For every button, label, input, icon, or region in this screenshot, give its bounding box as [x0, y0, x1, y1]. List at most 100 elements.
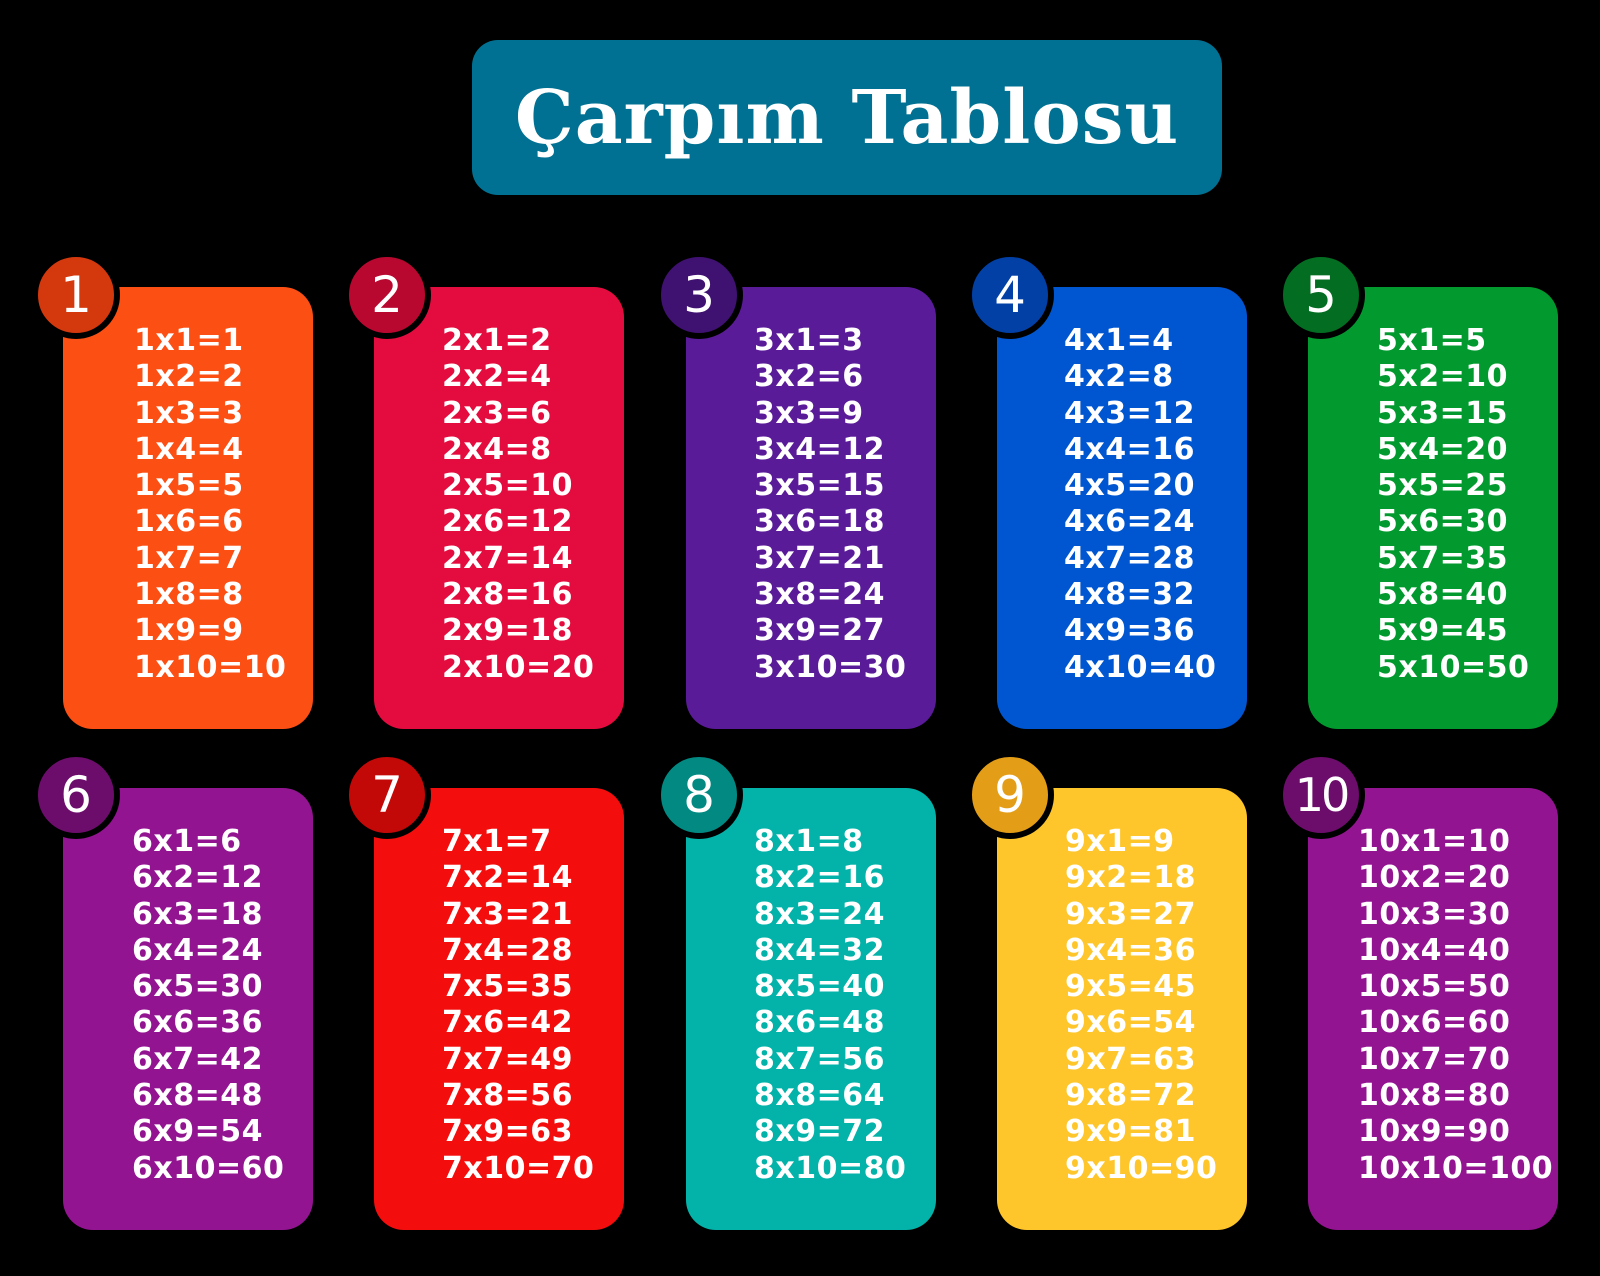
table-row: 3x2=6 [754, 359, 864, 395]
table-row: 2x7=14 [442, 540, 573, 576]
table-row: 5x2=10 [1377, 359, 1508, 395]
table-row: 7x6=42 [442, 1005, 573, 1041]
table-row: 1x4=4 [134, 431, 244, 467]
table-number-badge-4: 4 [966, 251, 1054, 339]
table-row: 6x7=42 [132, 1041, 263, 1077]
table-row: 7x2=14 [442, 860, 573, 896]
table-card-1: 1x1=1 1x2=2 1x3=3 1x4=4 1x5=5 1x6=6 1x7=… [63, 287, 313, 729]
table-row: 7x4=28 [442, 932, 573, 968]
table-row: 5x5=25 [1377, 468, 1508, 504]
table-row: 3x1=3 [754, 323, 864, 358]
table-row: 10x5=50 [1358, 969, 1511, 1005]
table-row: 7x8=56 [442, 1078, 573, 1114]
table-row: 1x6=6 [134, 504, 244, 540]
table-row: 2x9=18 [442, 613, 573, 649]
table-rows: 8x1=8 8x2=16 8x3=24 8x4=32 8x5=40 8x6=48… [754, 824, 906, 1187]
table-row: 10x6=60 [1358, 1005, 1511, 1041]
table-row: 8x2=16 [754, 860, 885, 896]
table-row: 4x8=32 [1064, 577, 1195, 613]
table-row: 10x8=80 [1358, 1078, 1511, 1114]
table-row: 4x3=12 [1064, 395, 1195, 431]
table-row: 6x2=12 [132, 860, 263, 896]
table-row: 7x9=63 [442, 1114, 573, 1150]
table-row: 8x3=24 [754, 896, 885, 932]
table-row: 1x7=7 [134, 540, 244, 576]
table-row: 9x3=27 [1065, 896, 1196, 932]
table-row: 6x1=6 [132, 824, 242, 859]
table-row: 5x4=20 [1377, 431, 1508, 467]
table-rows: 2x1=2 2x2=4 2x3=6 2x4=8 2x5=10 2x6=12 2x… [442, 323, 594, 686]
table-row: 10x4=40 [1358, 932, 1511, 968]
table-row: 8x10=80 [754, 1150, 907, 1186]
table-number-badge-2: 2 [343, 251, 431, 339]
table-row: 9x9=81 [1065, 1114, 1196, 1150]
table-row: 2x1=2 [442, 323, 552, 358]
table-row: 10x3=30 [1358, 896, 1511, 932]
table-row: 4x5=20 [1064, 468, 1195, 504]
table-row: 1x5=5 [134, 468, 244, 504]
table-number-badge-9: 9 [966, 751, 1054, 839]
table-row: 5x6=30 [1377, 504, 1508, 540]
table-card-4: 4x1=4 4x2=8 4x3=12 4x4=16 4x5=20 4x6=24 … [997, 287, 1247, 729]
table-row: 3x6=18 [754, 504, 885, 540]
table-row: 6x9=54 [132, 1114, 263, 1150]
table-row: 5x8=40 [1377, 577, 1508, 613]
table-row: 6x6=36 [132, 1005, 263, 1041]
table-row: 1x9=9 [134, 613, 244, 649]
table-rows: 4x1=4 4x2=8 4x3=12 4x4=16 4x5=20 4x6=24 … [1064, 323, 1216, 686]
table-row: 8x5=40 [754, 969, 885, 1005]
table-row: 3x8=24 [754, 577, 885, 613]
table-number-badge-5: 5 [1277, 251, 1365, 339]
table-row: 2x2=4 [442, 359, 552, 395]
table-row: 6x10=60 [132, 1150, 285, 1186]
table-row: 7x10=70 [442, 1150, 595, 1186]
table-row: 2x3=6 [442, 395, 552, 431]
table-row: 7x5=35 [442, 969, 573, 1005]
table-row: 9x6=54 [1065, 1005, 1196, 1041]
table-card-7: 7x1=7 7x2=14 7x3=21 7x4=28 7x5=35 7x6=42… [374, 788, 624, 1230]
table-card-9: 9x1=9 9x2=18 9x3=27 9x4=36 9x5=45 9x6=54… [997, 788, 1247, 1230]
table-card-10: 10x1=10 10x2=20 10x3=30 10x4=40 10x5=50 … [1308, 788, 1558, 1230]
table-row: 7x7=49 [442, 1041, 573, 1077]
table-card-2: 2x1=2 2x2=4 2x3=6 2x4=8 2x5=10 2x6=12 2x… [374, 287, 624, 729]
table-row: 5x1=5 [1377, 323, 1487, 358]
table-row: 3x10=30 [754, 649, 907, 685]
table-number-badge-7: 7 [343, 751, 431, 839]
table-row: 8x7=56 [754, 1041, 885, 1077]
table-row: 2x5=10 [442, 468, 573, 504]
table-row: 4x7=28 [1064, 540, 1195, 576]
table-row: 6x4=24 [132, 932, 263, 968]
table-row: 8x1=8 [754, 824, 864, 859]
table-row: 10x1=10 [1358, 824, 1511, 859]
title-banner: Çarpım Tablosu [472, 40, 1222, 195]
table-row: 1x10=10 [134, 649, 287, 685]
table-row: 7x1=7 [442, 824, 552, 859]
table-number-badge-3: 3 [655, 251, 743, 339]
table-row: 9x10=90 [1065, 1150, 1218, 1186]
table-row: 3x9=27 [754, 613, 885, 649]
table-number-badge-1: 1 [32, 251, 120, 339]
table-card-8: 8x1=8 8x2=16 8x3=24 8x4=32 8x5=40 8x6=48… [686, 788, 936, 1230]
table-rows: 7x1=7 7x2=14 7x3=21 7x4=28 7x5=35 7x6=42… [442, 824, 594, 1187]
table-row: 5x9=45 [1377, 613, 1508, 649]
table-row: 2x4=8 [442, 431, 552, 467]
table-row: 10x2=20 [1358, 860, 1511, 896]
table-row: 4x4=16 [1064, 431, 1195, 467]
table-row: 10x7=70 [1358, 1041, 1511, 1077]
table-row: 10x9=90 [1358, 1114, 1511, 1150]
table-row: 8x4=32 [754, 932, 885, 968]
table-card-5: 5x1=5 5x2=10 5x3=15 5x4=20 5x5=25 5x6=30… [1308, 287, 1558, 729]
table-row: 10x10=100 [1358, 1150, 1554, 1186]
table-row: 5x10=50 [1377, 649, 1530, 685]
table-row: 4x1=4 [1064, 323, 1174, 358]
table-rows: 5x1=5 5x2=10 5x3=15 5x4=20 5x5=25 5x6=30… [1377, 323, 1529, 686]
table-number-badge-10: 10 [1277, 751, 1365, 839]
table-row: 1x3=3 [134, 395, 244, 431]
table-card-6: 6x1=6 6x2=12 6x3=18 6x4=24 6x5=30 6x6=36… [63, 788, 313, 1230]
table-card-3: 3x1=3 3x2=6 3x3=9 3x4=12 3x5=15 3x6=18 3… [686, 287, 936, 729]
table-row: 4x10=40 [1064, 649, 1217, 685]
table-rows: 1x1=1 1x2=2 1x3=3 1x4=4 1x5=5 1x6=6 1x7=… [134, 323, 286, 686]
table-row: 5x7=35 [1377, 540, 1508, 576]
table-number-badge-6: 6 [32, 751, 120, 839]
table-row: 9x2=18 [1065, 860, 1196, 896]
